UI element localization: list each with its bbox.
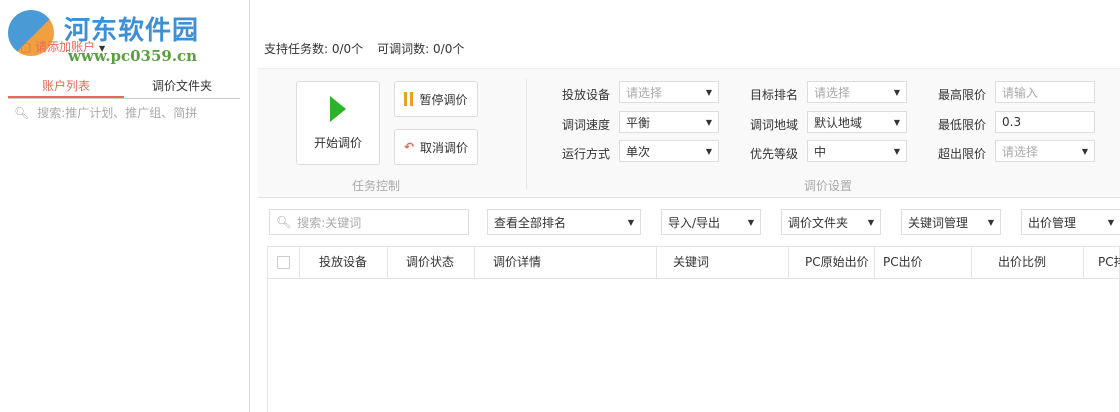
priority-select[interactable]: 中 ▼ [807, 140, 907, 162]
divider [526, 79, 527, 189]
stats-bar: 支持任务数: 0/0个 可调词数: 0/0个 [264, 40, 464, 57]
select-all-checkbox[interactable] [277, 256, 290, 269]
col-device[interactable]: 投放设备 [300, 247, 388, 278]
speed-label: 调词速度 [562, 118, 611, 132]
run-mode-label: 运行方式 [562, 147, 611, 161]
undo-icon: ↶ [403, 140, 415, 154]
control-panel: 开始调价 暂停调价 ↶ 取消调价 任务控制 投放设备 请选择 ▼ 调词速度 平衡 ▼… [258, 68, 1120, 198]
search-icon: 🔍︎ [276, 215, 292, 229]
col-status[interactable]: 调价状态 [388, 247, 475, 278]
bid-folder-dropdown[interactable]: 调价文件夹 ▼ [781, 209, 881, 235]
search-placeholder: 搜索:推广计划、推广组、简拼 [37, 106, 198, 120]
device-select[interactable]: 请选择 ▼ [619, 81, 719, 103]
pause-icon [404, 92, 414, 106]
select-value: 平衡 [626, 115, 651, 130]
bid-settings-label: 调价设置 [804, 179, 853, 193]
start-label: 开始调价 [313, 135, 362, 150]
task-count: 支持任务数: 0/0个 [264, 42, 364, 56]
speed-select[interactable]: 平衡 ▼ [619, 111, 719, 133]
dropdown-label: 调价文件夹 [788, 215, 849, 230]
col-bid-ratio[interactable]: 出价比例 [972, 247, 1084, 278]
chevron-down-icon: ▼ [705, 117, 712, 127]
chevron-down-icon: ▼ [705, 87, 712, 97]
region-select[interactable]: 默认地域 ▼ [807, 111, 907, 133]
select-value: 请选择 [1002, 144, 1039, 159]
chevron-down-icon: ▼ [987, 217, 994, 227]
col-keyword[interactable]: 关键词 [657, 247, 789, 278]
search-placeholder: 搜索:关键词 [297, 215, 362, 230]
pause-label: 暂停调价 [419, 92, 468, 107]
input-placeholder: 请输入 [1002, 85, 1039, 100]
cancel-label: 取消调价 [420, 140, 469, 155]
word-count: 可调词数: 0/0个 [377, 42, 465, 56]
chevron-down-icon: ▼ [893, 87, 900, 97]
task-control-label: 任务控制 [352, 179, 401, 193]
run-mode-select[interactable]: 单次 ▼ [619, 140, 719, 162]
dropdown-label: 关键词管理 [908, 215, 969, 230]
min-price-label: 最低限价 [938, 118, 987, 132]
select-value: 单次 [626, 144, 651, 159]
keyword-mgmt-dropdown[interactable]: 关键词管理 ▼ [901, 209, 1001, 235]
max-price-label: 最高限价 [938, 88, 987, 102]
chevron-down-icon: ▼ [1107, 217, 1114, 227]
bid-mgmt-dropdown[interactable]: 出价管理 ▼ [1021, 209, 1120, 235]
tab-account-list[interactable]: 账户列表 [8, 77, 124, 98]
chevron-down-icon: ▼ [747, 217, 754, 227]
input-value: 0.3 [1002, 115, 1022, 129]
dropdown-label: 导入/导出 [668, 215, 721, 230]
col-detail[interactable]: 调价详情 [475, 247, 657, 278]
chevron-down-icon: ▼ [1081, 146, 1088, 156]
target-rank-select[interactable]: 请选择 ▼ [807, 81, 907, 103]
chevron-down-icon: ▼ [627, 217, 634, 227]
select-value: 默认地域 [814, 115, 863, 130]
dropdown-label: 查看全部排名 [494, 215, 567, 230]
col-pc-bid[interactable]: PC出价 [875, 247, 972, 278]
col-pc-original-bid[interactable]: PC原始出价 [789, 247, 875, 278]
cancel-bid-button[interactable]: ↶ 取消调价 [394, 129, 478, 165]
select-all-checkbox-cell [268, 247, 300, 278]
account-icon: ▢ [20, 40, 36, 54]
priority-label: 优先等级 [750, 147, 799, 161]
dropdown-label: 出价管理 [1028, 215, 1077, 230]
search-icon: 🔍︎ [14, 105, 30, 120]
import-export-dropdown[interactable]: 导入/导出 ▼ [661, 209, 761, 235]
play-icon [330, 95, 346, 122]
table-header: 投放设备 调价状态 调价详情 关键词 PC原始出价 PC出价 出价比例 PC排 [268, 247, 1120, 279]
select-value: 中 [814, 144, 827, 159]
start-bid-button[interactable]: 开始调价 [296, 81, 380, 165]
rank-view-dropdown[interactable]: 查看全部排名 ▼ [487, 209, 641, 235]
pause-bid-button[interactable]: 暂停调价 [394, 81, 478, 117]
select-value: 请选择 [626, 85, 663, 100]
min-price-input[interactable]: 0.3 [995, 111, 1095, 133]
device-label: 投放设备 [562, 88, 611, 102]
sidebar: 河东软件园 ▢ 请添加账户 ▼ www.pc0359.cn 账户列表 调价文件夹… [0, 0, 250, 412]
region-label: 调词地域 [750, 118, 799, 132]
tab-bid-folder[interactable]: 调价文件夹 [124, 77, 240, 98]
target-rank-label: 目标排名 [750, 88, 799, 102]
sidebar-tabs: 账户列表 调价文件夹 [8, 77, 240, 99]
select-value: 请选择 [814, 85, 851, 100]
chevron-down-icon: ▼ [705, 146, 712, 156]
exceed-limit-label: 超出限价 [938, 147, 987, 161]
max-price-input[interactable]: 请输入 [995, 81, 1095, 103]
keyword-table: 投放设备 调价状态 调价详情 关键词 PC原始出价 PC出价 出价比例 PC排 [267, 246, 1120, 412]
chevron-down-icon: ▼ [893, 146, 900, 156]
chevron-down-icon: ▼ [867, 217, 874, 227]
sidebar-search-input[interactable]: 🔍︎ 搜索:推广计划、推广组、简拼 [14, 104, 197, 121]
chevron-down-icon: ▼ [893, 117, 900, 127]
col-pc-rank[interactable]: PC排 [1084, 247, 1120, 278]
exceed-limit-select[interactable]: 请选择 ▼ [995, 140, 1095, 162]
logo-url: www.pc0359.cn [68, 47, 198, 65]
keyword-search-input[interactable]: 🔍︎ 搜索:关键词 [269, 209, 469, 235]
